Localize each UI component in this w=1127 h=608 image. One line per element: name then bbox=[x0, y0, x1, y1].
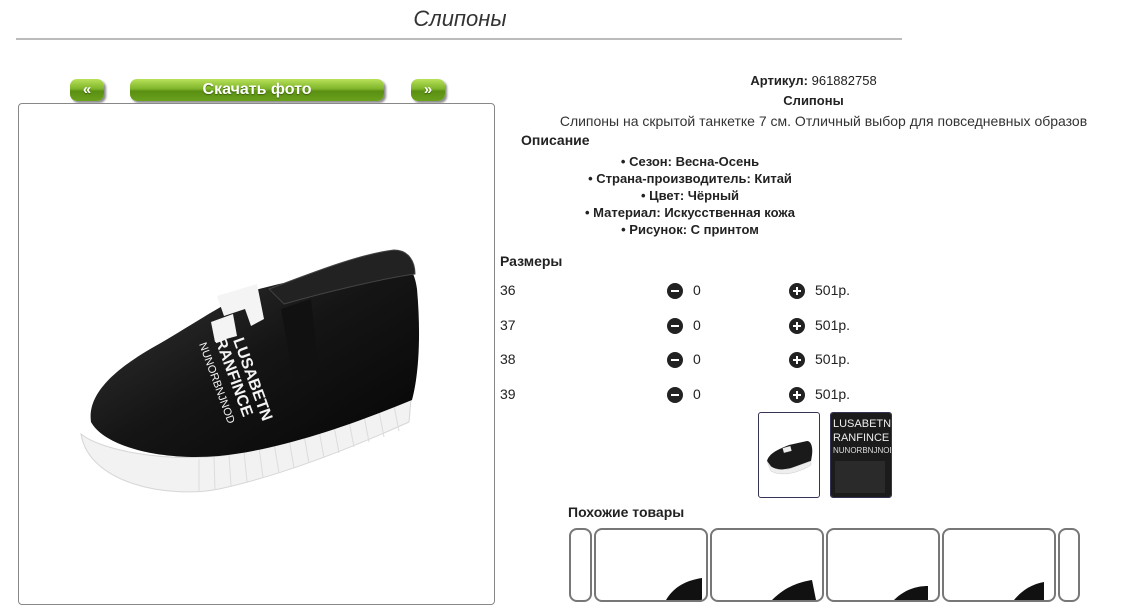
article-label: Артикул: bbox=[750, 73, 808, 88]
similar-products-heading: Похожие товары bbox=[568, 504, 685, 520]
size-price: 501р. bbox=[815, 282, 851, 298]
title-divider bbox=[16, 38, 902, 40]
article-value: 961882758 bbox=[811, 73, 877, 88]
similar-product-image bbox=[1014, 582, 1044, 600]
closeup-text-1: LUSABETN bbox=[833, 418, 891, 430]
next-photo-button[interactable]: » bbox=[411, 79, 445, 101]
minus-icon[interactable] bbox=[667, 352, 683, 368]
size-row: 36 0 501р. bbox=[500, 282, 900, 302]
prev-photo-button[interactable]: « bbox=[70, 79, 104, 101]
size-quantity: 0 bbox=[693, 386, 701, 402]
size-label: 36 bbox=[500, 282, 516, 298]
properties-list: Сезон: Весна-Осень Страна-производитель:… bbox=[500, 153, 880, 238]
property-color: Цвет: Чёрный bbox=[500, 187, 880, 204]
size-price: 501р. bbox=[815, 351, 851, 367]
description-heading: Описание bbox=[521, 132, 590, 148]
print-closeup-image: LUSABETN RANFINCE NUNORBNJNOD bbox=[831, 413, 891, 497]
similar-product-card[interactable] bbox=[826, 528, 940, 602]
size-row: 37 0 501р. bbox=[500, 317, 900, 337]
property-season: Сезон: Весна-Осень bbox=[500, 153, 880, 170]
size-label: 37 bbox=[500, 317, 516, 333]
size-label: 39 bbox=[500, 386, 516, 402]
product-description: Слипоны на скрытой танкетке 7 см. Отличн… bbox=[559, 113, 1088, 129]
download-photo-button[interactable]: Скачать фото bbox=[130, 79, 384, 101]
similar-product-image bbox=[666, 578, 702, 600]
thumbnail-shoe[interactable] bbox=[758, 412, 820, 498]
sizes-heading: Размеры bbox=[500, 253, 563, 269]
plus-icon[interactable] bbox=[789, 283, 805, 299]
size-label: 38 bbox=[500, 351, 516, 367]
shoe-image: LUSABETN RANFINCE NUNORBNJNOD bbox=[80, 249, 420, 493]
product-name: Слипоны bbox=[783, 93, 844, 108]
closeup-text-3: NUNORBNJNOD bbox=[833, 446, 891, 455]
similar-product-card[interactable] bbox=[710, 528, 824, 602]
similar-product-card[interactable] bbox=[594, 528, 708, 602]
plus-icon[interactable] bbox=[789, 387, 805, 403]
similar-product-card[interactable] bbox=[942, 528, 1056, 602]
minus-icon[interactable] bbox=[667, 318, 683, 334]
plus-icon[interactable] bbox=[789, 318, 805, 334]
similar-product-image bbox=[772, 580, 816, 600]
article-line: Артикул: 961882758 bbox=[500, 73, 1127, 88]
similar-scroll-right[interactable] bbox=[1058, 528, 1080, 602]
minus-icon[interactable] bbox=[667, 387, 683, 403]
similar-scroll-left[interactable] bbox=[569, 528, 592, 602]
size-quantity: 0 bbox=[693, 282, 701, 298]
similar-product-image bbox=[894, 586, 928, 600]
size-quantity: 0 bbox=[693, 351, 701, 367]
size-quantity: 0 bbox=[693, 317, 701, 333]
main-product-photo[interactable]: LUSABETN RANFINCE NUNORBNJNOD bbox=[18, 103, 495, 605]
size-row: 39 0 501р. bbox=[500, 386, 900, 406]
property-material: Материал: Искусственная кожа bbox=[500, 204, 880, 221]
shoe-thumbnail-image bbox=[766, 441, 813, 475]
page-title: Слипоны bbox=[413, 6, 507, 31]
plus-icon[interactable] bbox=[789, 352, 805, 368]
property-country: Страна-производитель: Китай bbox=[500, 170, 880, 187]
size-price: 501р. bbox=[815, 317, 851, 333]
size-price: 501р. bbox=[815, 386, 851, 402]
size-row: 38 0 501р. bbox=[500, 351, 900, 371]
thumbnail-print-closeup[interactable]: LUSABETN RANFINCE NUNORBNJNOD bbox=[830, 412, 892, 498]
closeup-text-2: RANFINCE bbox=[833, 432, 889, 444]
property-pattern: Рисунок: С принтом bbox=[500, 221, 880, 238]
minus-icon[interactable] bbox=[667, 283, 683, 299]
